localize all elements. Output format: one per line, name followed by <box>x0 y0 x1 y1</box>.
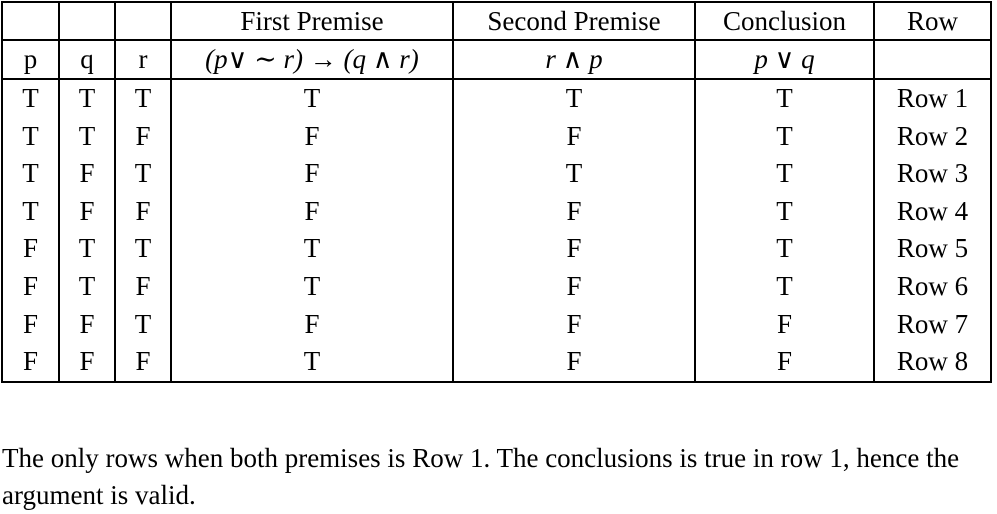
cell-r: F <box>114 192 172 231</box>
cell-second-premise: T <box>452 79 696 118</box>
cell-r: F <box>114 117 172 156</box>
cell-second-premise: T <box>452 155 696 193</box>
header-cell <box>114 1 172 41</box>
cell-second-premise: F <box>452 343 696 383</box>
cell-first-premise: F <box>170 155 454 193</box>
cell-r: T <box>114 230 172 268</box>
cell-conclusion: T <box>694 192 875 231</box>
table-row: T F F F F T Row 4 <box>1 192 992 231</box>
cell-second-premise: F <box>452 230 696 268</box>
row-label-header <box>873 40 992 80</box>
cell-conclusion: T <box>694 267 875 306</box>
cell-first-premise: T <box>170 230 454 268</box>
table-row: T T T T T T Row 1 <box>1 79 992 118</box>
table-row: F T T T F T Row 5 <box>1 230 992 268</box>
second-premise-expression: r ∧ p <box>452 40 696 80</box>
cell-first-premise: T <box>170 79 454 118</box>
cell-second-premise: F <box>452 305 696 344</box>
cell-conclusion: T <box>694 230 875 268</box>
header-row-expressions: p q r (p∨ ∼ r) → (q ∧ r) r ∧ p p ∨ q <box>1 40 992 80</box>
header-cell <box>58 1 116 41</box>
table-row: T F T F T T Row 3 <box>1 155 992 193</box>
cell-conclusion: T <box>694 79 875 118</box>
header-p: p <box>1 40 60 80</box>
table-row: F F F T F F Row 8 <box>1 343 992 383</box>
cell-first-premise: F <box>170 305 454 344</box>
cell-first-premise: T <box>170 267 454 306</box>
header-second-premise: Second Premise <box>452 1 696 41</box>
cell-p: F <box>1 267 60 306</box>
cell-q: F <box>58 155 116 193</box>
cell-q: F <box>58 343 116 383</box>
cell-q: T <box>58 117 116 156</box>
table-row: T T F F F T Row 2 <box>1 117 992 156</box>
header-row-titles: First Premise Second Premise Conclusion … <box>1 1 992 41</box>
cell-row-label: Row 1 <box>873 79 992 118</box>
cell-row-label: Row 2 <box>873 117 992 156</box>
cell-conclusion: T <box>694 117 875 156</box>
cell-first-premise: T <box>170 343 454 383</box>
cell-row-label: Row 3 <box>873 155 992 193</box>
header-first-premise: First Premise <box>170 1 454 41</box>
cell-p: T <box>1 155 60 193</box>
header-cell <box>1 1 60 41</box>
cell-p: T <box>1 192 60 231</box>
cell-q: T <box>58 79 116 118</box>
conclusion-note: The only rows when both premises is Row … <box>2 443 960 510</box>
cell-second-premise: F <box>452 267 696 306</box>
cell-row-label: Row 4 <box>873 192 992 231</box>
cell-r: T <box>114 79 172 118</box>
table-row: F T F T F T Row 6 <box>1 267 992 306</box>
header-row: Row <box>873 1 992 41</box>
cell-row-label: Row 8 <box>873 343 992 383</box>
cell-first-premise: F <box>170 117 454 156</box>
cell-q: F <box>58 192 116 231</box>
cell-p: F <box>1 343 60 383</box>
header-conclusion: Conclusion <box>694 1 875 41</box>
cell-p: T <box>1 79 60 118</box>
cell-row-label: Row 5 <box>873 230 992 268</box>
cell-r: T <box>114 305 172 344</box>
header-q: q <box>58 40 116 80</box>
cell-first-premise: F <box>170 192 454 231</box>
conclusion-expression: p ∨ q <box>694 40 875 80</box>
cell-conclusion: F <box>694 305 875 344</box>
header-r: r <box>114 40 172 80</box>
cell-r: F <box>114 343 172 383</box>
cell-q: T <box>58 267 116 306</box>
cell-r: T <box>114 155 172 193</box>
table-row: F F T F F F Row 7 <box>1 305 992 344</box>
cell-second-premise: F <box>452 117 696 156</box>
cell-p: F <box>1 230 60 268</box>
cell-second-premise: F <box>452 192 696 231</box>
truth-table: First Premise Second Premise Conclusion … <box>1 1 992 383</box>
cell-row-label: Row 6 <box>873 267 992 306</box>
cell-conclusion: T <box>694 155 875 193</box>
cell-row-label: Row 7 <box>873 305 992 344</box>
cell-p: T <box>1 117 60 156</box>
cell-q: T <box>58 230 116 268</box>
cell-p: F <box>1 305 60 344</box>
cell-conclusion: F <box>694 343 875 383</box>
cell-q: F <box>58 305 116 344</box>
first-premise-expression: (p∨ ∼ r) → (q ∧ r) <box>170 40 454 80</box>
cell-r: F <box>114 267 172 306</box>
